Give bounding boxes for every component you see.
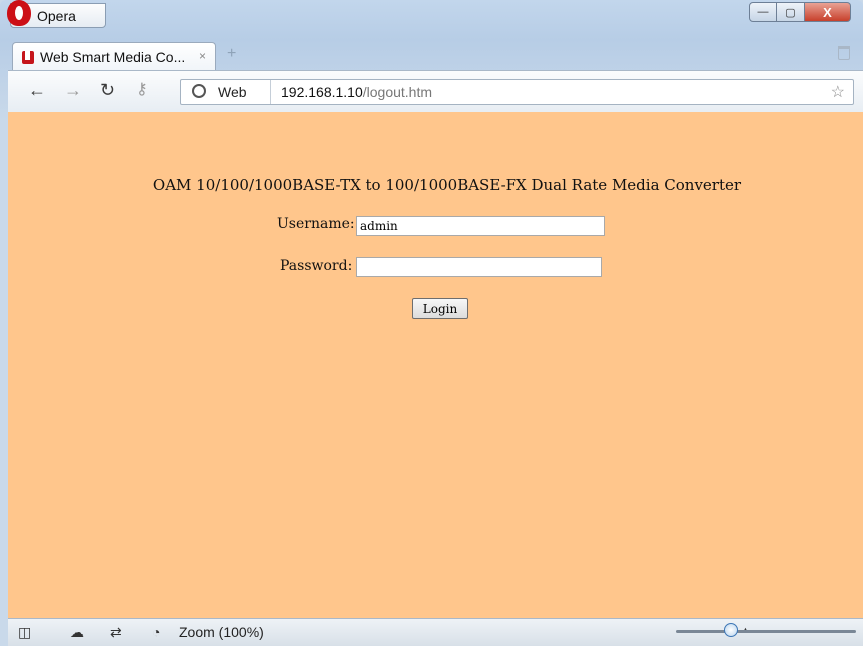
reload-icon[interactable]: ↻ (100, 81, 115, 99)
speed-icon[interactable]: ◔ (152, 624, 160, 640)
star-icon[interactable]: ☆ (831, 82, 845, 102)
username-label: Username: (277, 216, 355, 232)
zoom-label[interactable]: Zoom (100%) (179, 624, 264, 640)
page-content: OAM 10/100/1000BASE-TX to 100/1000BASE-F… (8, 112, 863, 618)
tab-favicon-icon (22, 51, 34, 64)
zoom-slider-thumb[interactable] (724, 623, 738, 637)
share-icon[interactable]: ⇄ (110, 624, 122, 641)
login-button[interactable]: Login (412, 298, 468, 319)
url-host: 192.168.1.10 (281, 84, 363, 100)
close-window-button[interactable]: X (805, 2, 851, 22)
forward-icon[interactable]: → (64, 81, 82, 99)
url-path: /logout.htm (362, 84, 433, 100)
tab-strip: Web Smart Media Co... × + (0, 38, 863, 70)
cloud-icon[interactable]: ☁ (70, 624, 84, 641)
password-label: Password: (280, 258, 353, 274)
opera-menu-button[interactable]: Opera (7, 0, 106, 28)
tab-title: Web Smart Media Co... (40, 49, 186, 65)
zoom-slider-track[interactable] (676, 630, 856, 633)
password-field[interactable] (356, 257, 602, 277)
title-bar: Opera — ▢ X (0, 0, 863, 38)
status-bar: ◫ ☁ ⇄ ◔ Zoom (100%) ▲ (8, 618, 863, 646)
minimize-button[interactable]: — (749, 2, 777, 22)
url-text[interactable]: 192.168.1.10/logout.htm (281, 84, 432, 100)
globe-icon (192, 84, 206, 98)
back-icon[interactable]: ← (28, 81, 46, 99)
site-info-button[interactable]: Web (181, 80, 271, 104)
username-field[interactable] (356, 216, 605, 236)
trash-icon[interactable] (838, 46, 850, 60)
key-icon[interactable]: ⚷ (136, 81, 148, 99)
opera-logo-icon (7, 0, 31, 26)
site-info-label: Web (218, 84, 247, 100)
address-bar[interactable]: Web 192.168.1.10/logout.htm ☆ (180, 79, 854, 105)
browser-window: Opera — ▢ X Web Smart Media Co... × + ← … (0, 0, 863, 646)
window-controls: — ▢ X (749, 2, 851, 24)
maximize-button[interactable]: ▢ (777, 2, 805, 22)
tab-close-icon[interactable]: × (199, 49, 206, 63)
new-tab-icon[interactable]: + (227, 45, 236, 63)
opera-menu-label: Opera (37, 8, 76, 24)
page-title: OAM 10/100/1000BASE-TX to 100/1000BASE-F… (152, 176, 742, 194)
panel-icon[interactable]: ◫ (18, 624, 31, 641)
navigation-bar: ← → ↻ ⚷ Web 192.168.1.10/logout.htm ☆ (8, 70, 863, 113)
tab-active[interactable]: Web Smart Media Co... × (12, 42, 216, 70)
